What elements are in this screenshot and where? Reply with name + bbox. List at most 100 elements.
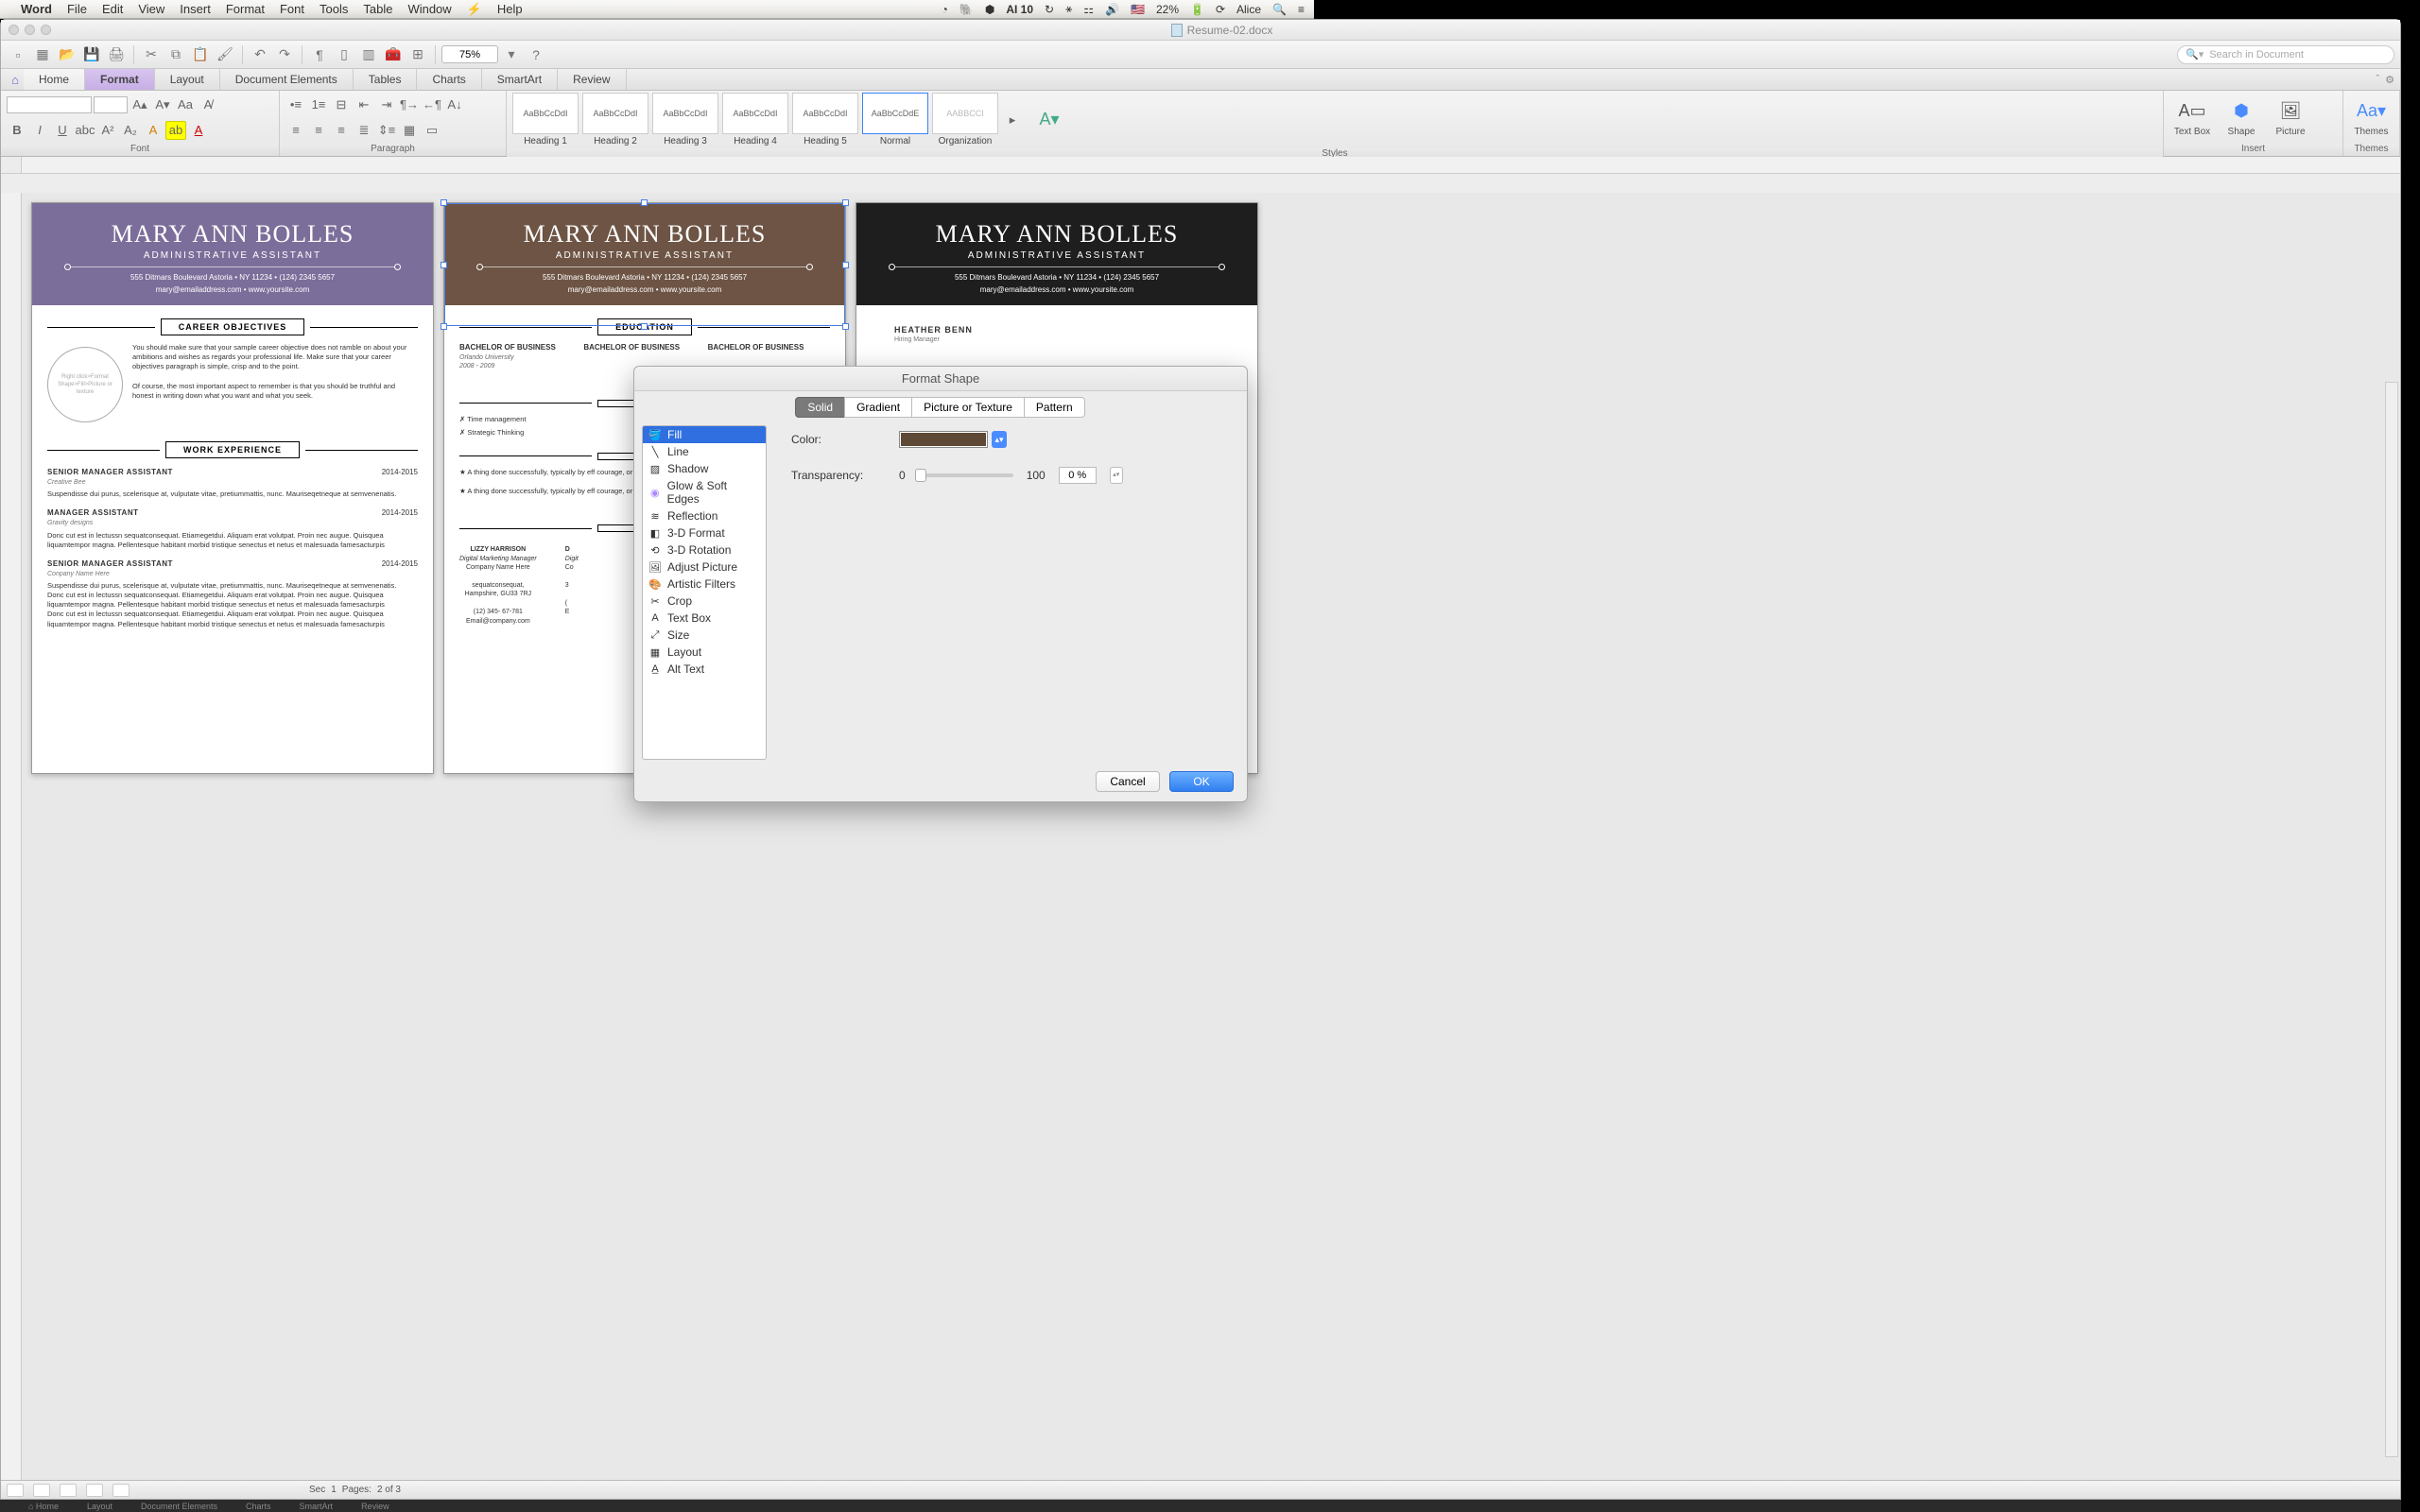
view-print-icon[interactable] (7, 1484, 24, 1497)
transparency-stepper[interactable]: ▴▾ (1110, 467, 1123, 484)
cat-3d-format[interactable]: ◧3-D Format (643, 524, 766, 541)
justify-icon[interactable]: ≣ (354, 121, 374, 140)
menu-table[interactable]: Table (363, 2, 392, 16)
resize-handle[interactable] (441, 262, 447, 268)
ribbon-settings-icon[interactable]: ⚙ (2385, 74, 2394, 86)
strike-icon[interactable]: abc (75, 121, 95, 140)
battery-text[interactable]: 22% (1156, 3, 1179, 16)
outdent-icon[interactable]: ⇤ (354, 95, 374, 114)
close-button[interactable] (9, 25, 19, 35)
dropbox-icon[interactable]: ⬢ (985, 3, 994, 16)
menu-insert[interactable]: Insert (180, 2, 211, 16)
style-normal[interactable]: AaBbCcDdE Normal (862, 93, 928, 146)
transparency-slider[interactable] (919, 473, 1013, 477)
nav-icon[interactable]: ▯ (333, 44, 355, 65)
style-heading2[interactable]: AaBbCcDdI Heading 2 (582, 93, 648, 146)
align-right-icon[interactable]: ≡ (331, 121, 352, 140)
shrink-font-icon[interactable]: A▾ (152, 95, 173, 114)
font-family-combo[interactable] (7, 96, 92, 113)
selected-shape[interactable] (444, 203, 845, 326)
save-icon[interactable]: 💾 (80, 44, 103, 65)
align-left-icon[interactable]: ≡ (285, 121, 306, 140)
cat-reflection[interactable]: ≋Reflection (643, 507, 766, 524)
zoom-combo[interactable]: 75% (441, 45, 498, 63)
ok-button[interactable]: OK (1169, 771, 1234, 792)
tab-charts[interactable]: Charts (417, 69, 481, 90)
ribbon-collapse-icon[interactable]: ˆ (2376, 74, 2379, 85)
bluetooth-icon[interactable]: ⚹ (1065, 2, 1072, 16)
resize-handle[interactable] (842, 199, 849, 206)
text-effect-icon[interactable]: A (143, 121, 164, 140)
color-swatch[interactable] (899, 431, 988, 448)
media-icon[interactable]: ⊞ (406, 44, 429, 65)
resize-handle[interactable] (842, 262, 849, 268)
cat-3d-rotation[interactable]: ⟲3-D Rotation (643, 541, 766, 558)
line-spacing-icon[interactable]: ⇕≡ (376, 121, 397, 140)
style-heading4[interactable]: AaBbCcDdI Heading 4 (722, 93, 788, 146)
shading-icon[interactable]: ▦ (399, 121, 420, 140)
menu-help[interactable]: Help (497, 2, 523, 16)
italic-icon[interactable]: I (29, 121, 50, 140)
menu-window[interactable]: Window (407, 2, 451, 16)
tab-review[interactable]: Review (558, 69, 626, 90)
resize-handle[interactable] (641, 323, 648, 330)
new-icon[interactable]: ▫ (7, 44, 29, 65)
tab-pattern[interactable]: Pattern (1024, 397, 1085, 418)
align-center-icon[interactable]: ≡ (308, 121, 329, 140)
resize-handle[interactable] (441, 199, 447, 206)
cat-text-box[interactable]: AText Box (643, 610, 766, 627)
highlight-icon[interactable]: ab (165, 121, 186, 140)
cat-alt-text[interactable]: A̲Alt Text (643, 661, 766, 678)
view-focus-icon[interactable] (112, 1484, 130, 1497)
help-icon[interactable]: ? (525, 44, 547, 65)
tab-format[interactable]: Format (85, 69, 155, 90)
picture-button[interactable]: 🖼Picture (2268, 98, 2313, 137)
resize-handle[interactable] (441, 323, 447, 330)
cat-shadow[interactable]: ▨Shadow (643, 460, 766, 477)
search-field[interactable]: 🔍▾ Search in Document (2177, 45, 2394, 64)
zoom-dropdown-icon[interactable]: ▾ (500, 44, 523, 65)
cat-glow[interactable]: ◉Glow & Soft Edges (643, 477, 766, 507)
ltr-icon[interactable]: ¶→ (399, 95, 420, 114)
style-heading5[interactable]: AaBbCcDdI Heading 5 (792, 93, 858, 146)
clock-icon[interactable]: ◔ (942, 3, 948, 16)
gallery-icon[interactable]: ▥ (357, 44, 380, 65)
volume-icon[interactable]: 🔊 (1105, 3, 1119, 16)
bullets-icon[interactable]: •≡ (285, 95, 306, 114)
cut-icon[interactable]: ✂ (140, 44, 163, 65)
cat-line[interactable]: ╲Line (643, 443, 766, 460)
font-color-icon[interactable]: A (188, 121, 209, 140)
menu-edit[interactable]: Edit (102, 2, 123, 16)
tab-solid[interactable]: Solid (795, 397, 845, 418)
view-notebook-icon[interactable] (86, 1484, 103, 1497)
tab-layout[interactable]: Layout (155, 69, 220, 90)
paste-icon[interactable]: 📋 (189, 44, 212, 65)
cat-layout[interactable]: ▦Layout (643, 644, 766, 661)
toolbox-icon[interactable]: 🧰 (382, 44, 405, 65)
styles-more-icon[interactable]: ▸ (1002, 111, 1023, 129)
style-organization[interactable]: AABBCCI Organization (932, 93, 998, 146)
color-picker-button[interactable]: ▴▾ (992, 431, 1007, 448)
script-icon[interactable]: ⚡ (467, 2, 482, 17)
cancel-button[interactable]: Cancel (1096, 771, 1160, 792)
undo-icon[interactable]: ↶ (249, 44, 271, 65)
bold-icon[interactable]: B (7, 121, 27, 140)
evernote-icon[interactable]: 🐘 (959, 3, 974, 16)
tab-home[interactable]: Home (24, 69, 85, 90)
textbox-button[interactable]: A▭Text Box (2169, 98, 2215, 137)
vertical-scrollbar[interactable] (2385, 382, 2398, 1457)
spotlight-icon[interactable]: 🔍 (1272, 3, 1287, 16)
battery-icon[interactable]: 🔋 (1190, 3, 1204, 16)
grow-font-icon[interactable]: A▴ (130, 95, 150, 114)
rtl-icon[interactable]: ←¶ (422, 95, 442, 114)
cat-adjust-picture[interactable]: 🖼Adjust Picture (643, 558, 766, 576)
redo-icon[interactable]: ↷ (273, 44, 296, 65)
user-name[interactable]: Alice (1236, 3, 1261, 16)
zoom-button[interactable] (41, 25, 51, 35)
ribbon-home-icon[interactable]: ⌂ (7, 69, 24, 90)
menu-font[interactable]: Font (280, 2, 304, 16)
sort-icon[interactable]: A↓ (444, 95, 465, 114)
cat-artistic-filters[interactable]: 🎨Artistic Filters (643, 576, 766, 593)
tab-tables[interactable]: Tables (354, 69, 418, 90)
menu-view[interactable]: View (138, 2, 164, 16)
